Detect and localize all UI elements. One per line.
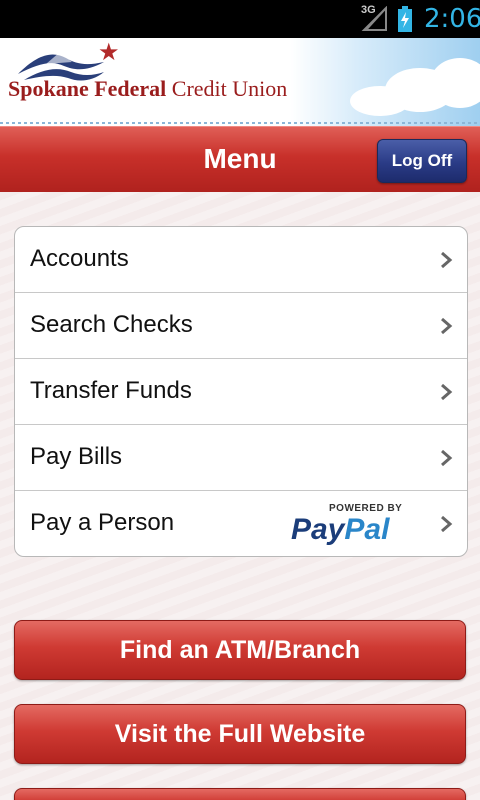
chevron-right-icon [441,383,453,401]
signal-icon [361,6,387,31]
menu-item-search-checks[interactable]: Search Checks [15,293,467,359]
battery-charging-icon [398,6,412,32]
paypal-pay: Pay [291,513,345,546]
header-banner: ★ Spokane Federal Credit Union [0,38,480,126]
logo-text-bold: Spokane Federal [8,76,167,101]
paypal-logo: POWERED BY PayPal [291,503,421,547]
chevron-right-icon [441,515,453,533]
menu-item-label: Transfer Funds [30,377,192,404]
menu-item-pay-bills[interactable]: Pay Bills [15,425,467,491]
menu-item-label: Pay Bills [30,443,123,470]
chevron-right-icon [441,251,453,269]
menu-item-label: Pay a Person [30,509,175,536]
dotted-divider [0,122,480,124]
menu-item-label: Search Checks [30,311,193,338]
chevron-right-icon [441,317,453,335]
title-bar: Menu Log Off [0,126,480,192]
find-atm-branch-button[interactable]: Find an ATM/Branch [14,620,466,680]
menu-item-transfer-funds[interactable]: Transfer Funds [15,359,467,425]
menu-item-pay-a-person[interactable]: Pay a Person POWERED BY PayPal [15,491,467,556]
menu-item-accounts[interactable]: Accounts [15,227,467,293]
paypal-wordmark: PayPal [291,513,389,547]
partial-action-button[interactable] [14,788,466,800]
menu-list: Accounts Search Checks Transfer Funds Pa… [14,226,468,557]
menu-item-label: Accounts [30,245,129,272]
logo-text: Spokane Federal Credit Union [8,76,287,102]
logo-star-icon: ★ [98,39,120,66]
log-off-button[interactable]: Log Off [377,139,467,183]
logo-text-regular: Credit Union [171,76,288,101]
clock: 2:06 [424,4,480,34]
status-bar: 3G 2:06 [0,0,480,38]
chevron-right-icon [441,449,453,467]
visit-full-website-button[interactable]: Visit the Full Website [14,704,466,764]
paypal-pal: Pal [344,513,390,546]
